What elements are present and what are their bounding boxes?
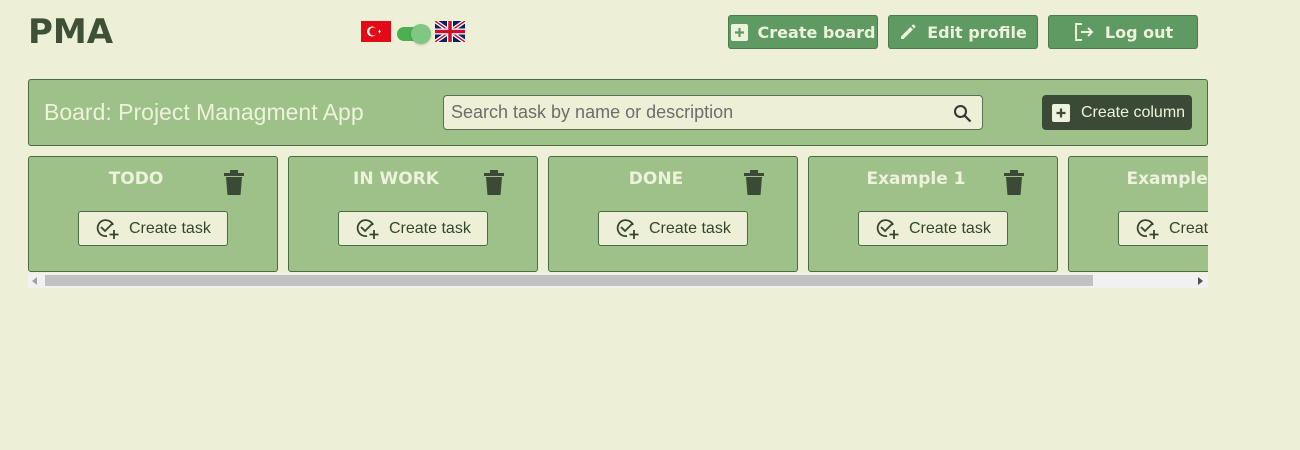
app-logo: PMA [28, 12, 114, 52]
plus-box-icon [1052, 103, 1070, 122]
delete-column-icon[interactable] [223, 170, 245, 201]
check-add-icon [1136, 218, 1160, 240]
delete-column-icon[interactable] [743, 170, 765, 201]
scroll-left-arrow-icon[interactable] [32, 277, 37, 285]
column-title[interactable]: Example 2 [1069, 169, 1208, 189]
create-task-button[interactable]: Create task [78, 211, 228, 246]
pencil-icon [899, 23, 917, 41]
column-title[interactable]: TODO [29, 169, 243, 189]
check-add-icon [356, 218, 380, 240]
language-switch[interactable] [361, 21, 465, 44]
edit-profile-button[interactable]: Edit profile [888, 15, 1038, 49]
delete-column-icon[interactable] [483, 170, 505, 201]
column: IN WORK Create task [288, 156, 538, 272]
plus-box-icon [730, 23, 748, 41]
edit-profile-label: Edit profile [927, 22, 1027, 42]
create-task-label: Create task [649, 219, 731, 237]
turkey-flag-icon[interactable] [361, 21, 391, 42]
create-task-button[interactable]: Create task [338, 211, 488, 246]
create-task-label: Create task [909, 219, 991, 237]
language-toggle[interactable] [395, 23, 431, 44]
search-input[interactable] [444, 96, 982, 129]
column-title[interactable]: DONE [549, 169, 763, 189]
delete-column-icon[interactable] [1003, 170, 1025, 201]
create-task-label: Create task [129, 219, 211, 237]
scroll-right-arrow-icon[interactable] [1198, 277, 1203, 285]
check-add-icon [876, 218, 900, 240]
columns-container: TODO Create task IN WORK Create task DON… [28, 156, 1208, 273]
create-task-button[interactable]: Create task [598, 211, 748, 246]
scroll-thumb[interactable] [45, 275, 1093, 286]
check-add-icon [616, 218, 640, 240]
uk-flag-icon[interactable] [435, 21, 465, 42]
check-add-icon [96, 218, 120, 240]
board-toolbar: Board: Project Managment App Create colu… [28, 79, 1208, 146]
column-title[interactable]: Example 1 [809, 169, 1023, 189]
create-task-button[interactable]: Create task [1118, 211, 1208, 246]
toggle-knob[interactable] [411, 23, 431, 44]
logout-icon [1073, 22, 1095, 42]
column: DONE Create task [548, 156, 798, 272]
create-task-label: Create task [389, 219, 471, 237]
create-task-button[interactable]: Create task [858, 211, 1008, 246]
create-board-label: Create board [757, 22, 876, 42]
search-icon[interactable] [953, 104, 972, 128]
create-task-label: Create task [1169, 219, 1208, 237]
horizontal-scrollbar[interactable] [28, 273, 1208, 288]
create-column-label: Create column [1081, 103, 1186, 121]
log-out-label: Log out [1104, 22, 1174, 42]
column-title[interactable]: IN WORK [289, 169, 503, 189]
create-board-button[interactable]: Create board [728, 15, 878, 49]
column: TODO Create task [28, 156, 278, 272]
column: Example 2 Create task [1068, 156, 1208, 272]
column: Example 1 Create task [808, 156, 1058, 272]
create-column-button[interactable]: Create column [1042, 95, 1192, 130]
board-title: Board: Project Managment App [44, 99, 364, 125]
search-box[interactable] [443, 95, 983, 130]
log-out-button[interactable]: Log out [1048, 15, 1198, 49]
